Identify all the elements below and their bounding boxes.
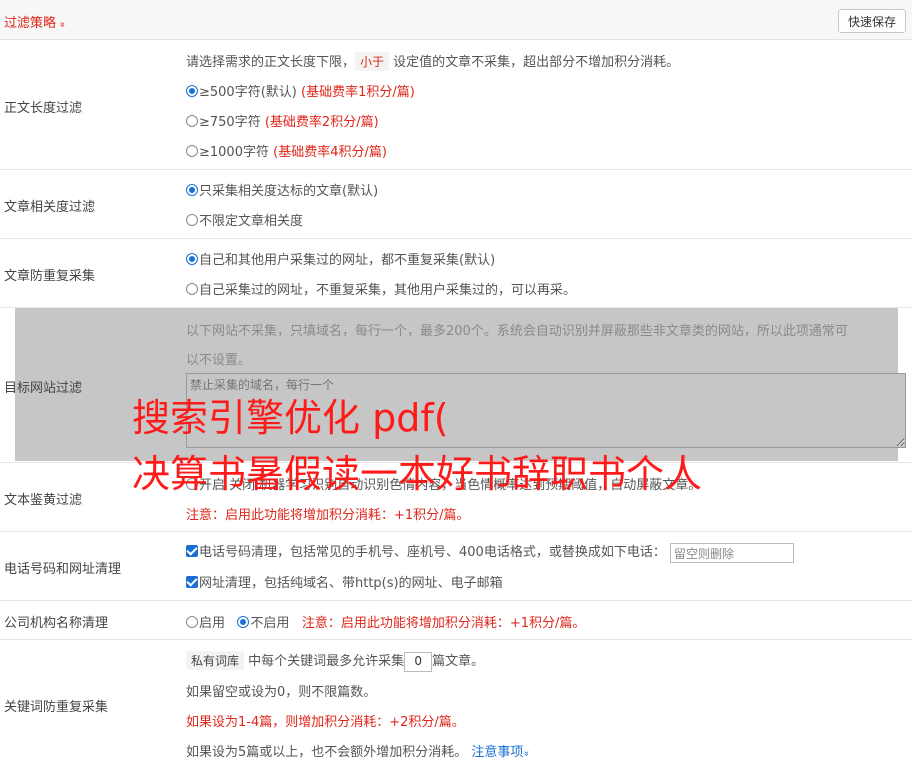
org-clean-label: 公司机构名称清理 [4, 616, 109, 631]
keyword-dup-line3: 如果设为1-4篇，则增加积分消耗：+2积分/篇。 [186, 715, 465, 730]
org-disable-text: 不启用 [250, 616, 290, 631]
org-clean-options: 启用 不启用 注意：启用此功能将增加积分消耗：+1积分/篇。 [186, 612, 585, 631]
keyword-dup-row: 关键词防重复采集 私有词库 中每个关键词最多允许采集 0 篇文章。 如果留空或设为0… [0, 640, 912, 768]
private-lexicon-link[interactable]: 私有词库 [186, 651, 245, 670]
length-option-1000-note: (基础费率4积分/篇) [273, 145, 387, 160]
length-option-750[interactable]: ≥750字符 (基础费率2积分/篇) [186, 111, 379, 130]
radio-checked-icon[interactable] [237, 616, 250, 628]
length-option-1000[interactable]: ≥1000字符 (基础费率4积分/篇) [186, 141, 387, 160]
org-disable-option[interactable]: 不启用 [237, 616, 289, 631]
quick-save-button[interactable]: 快速保存 [837, 9, 906, 33]
top-bar: 过滤策略» 快速保存 [0, 0, 912, 40]
keyword-dup-end: 篇文章。 [432, 654, 485, 669]
relevance-filter-label: 文章相关度过滤 [4, 200, 96, 215]
url-clean-option[interactable]: 网址清理，包括纯域名、带http(s)的网址、电子邮箱 [186, 572, 503, 591]
keyword-count-input[interactable]: 0 [404, 651, 433, 672]
radio-checked-icon[interactable] [186, 253, 198, 265]
radio-unchecked-icon[interactable] [186, 283, 198, 295]
dup-filter-row: 文章防重复采集 自己和其他用户采集过的网址，都不重复采集(默认) 自己采集过的网… [0, 239, 912, 308]
dup-option-all-text: 自己和其他用户采集过的网址，都不重复采集(默认) [199, 253, 496, 268]
filter-strategy-title: 过滤策略 [4, 16, 57, 31]
text-check-label: 文本鉴黄过滤 [4, 493, 83, 508]
length-filter-row: 正文长度过滤 请选择需求的正文长度下限， 小于 设定值的文章不采集，超出部分不增加… [0, 40, 912, 170]
length-option-500-note: (基础费率1积分/篇) [301, 85, 415, 100]
length-filter-label: 正文长度过滤 [4, 101, 83, 116]
length-desc-post: 设定值的文章不采集，超出部分不增加积分消耗。 [393, 55, 680, 70]
dup-filter-label: 文章防重复采集 [4, 269, 96, 284]
keyword-dup-line4: 如果设为5篇或以上，也不会额外增加积分消耗。 注意事项» [186, 741, 532, 760]
phone-clean-text: 电话号码清理，包括常见的手机号、座机号、400电话格式，或替换成如下电话： [199, 545, 666, 560]
length-filter-desc: 请选择需求的正文长度下限， 小于 设定值的文章不采集，超出部分不增加积分消耗。 [186, 51, 679, 71]
keyword-dup-mid: 中每个关键词最多允许采集 [248, 654, 405, 669]
phone-clean-row: 电话号码和网址清理 电话号码清理，包括常见的手机号、座机号、400电话格式，或替… [0, 532, 912, 601]
radio-unchecked-icon[interactable] [186, 214, 198, 226]
dup-option-all[interactable]: 自己和其他用户采集过的网址，都不重复采集(默认) [186, 249, 495, 268]
phone-clean-label: 电话号码和网址清理 [4, 562, 122, 577]
watermark-line-1: 搜索引擎优化 pdf( [132, 396, 449, 440]
replacement-phone-input[interactable]: 留空则删除 [669, 542, 794, 563]
notes-link[interactable]: 注意事项» [471, 745, 532, 760]
text-check-note: 注意：启用此功能将增加积分消耗：+1积分/篇。 [186, 508, 470, 523]
less-than-tag: 小于 [355, 52, 390, 71]
length-option-500[interactable]: ≥500字符(默认) (基础费率1积分/篇) [186, 81, 415, 100]
url-clean-text: 网址清理，包括纯域名、带http(s)的网址、电子邮箱 [199, 576, 503, 591]
relevance-filter-row: 文章相关度过滤 只采集相关度达标的文章(默认) 不限定文章相关度 [0, 170, 912, 239]
keyword-dup-line2: 如果留空或设为0，则不限篇数。 [186, 685, 377, 700]
checkbox-checked-icon[interactable] [186, 545, 198, 557]
keyword-dup-line4-text: 如果设为5篇或以上，也不会额外增加积分消耗。 [186, 745, 468, 760]
radio-checked-icon[interactable] [186, 184, 198, 196]
radio-unchecked-icon[interactable] [186, 115, 198, 127]
org-enable-option[interactable]: 启用 [186, 616, 225, 631]
site-filter-desc-2: 以不设置。 [186, 353, 252, 368]
radio-unchecked-icon[interactable] [186, 616, 198, 628]
length-option-1000-text: ≥1000字符 [199, 145, 269, 160]
dup-option-self-text: 自己采集过的网址，不重复采集，其他用户采集过的，可以再采。 [199, 283, 577, 298]
org-enable-text: 启用 [199, 616, 226, 631]
keyword-dup-label: 关键词防重复采集 [4, 700, 109, 715]
radio-unchecked-icon[interactable] [186, 145, 198, 157]
dup-option-self[interactable]: 自己采集过的网址，不重复采集，其他用户采集过的，可以再采。 [186, 279, 576, 298]
org-clean-note: 注意：启用此功能将增加积分消耗：+1积分/篇。 [301, 616, 586, 631]
phone-clean-option[interactable]: 电话号码清理，包括常见的手机号、座机号、400电话格式，或替换成如下电话： 留空… [186, 541, 794, 563]
filter-strategy-toggle[interactable]: 过滤策略» [4, 12, 68, 31]
checkbox-checked-icon[interactable] [186, 576, 198, 588]
relevance-option-any-text: 不限定文章相关度 [199, 214, 304, 229]
length-option-500-text: ≥500字符(默认) [199, 85, 297, 100]
relevance-option-any[interactable]: 不限定文章相关度 [186, 210, 303, 229]
relevance-option-only[interactable]: 只采集相关度达标的文章(默认) [186, 180, 378, 199]
notes-link-text: 注意事项 [471, 745, 524, 760]
org-clean-row: 公司机构名称清理 启用 不启用 注意：启用此功能将增加积分消耗：+1积分/篇。 [0, 601, 912, 640]
length-option-750-note: (基础费率2积分/篇) [264, 115, 379, 130]
radio-checked-icon[interactable] [186, 85, 198, 97]
length-option-750-text: ≥750字符 [199, 115, 261, 130]
watermark-line-2: 决算书暑假读一本好书辞职书个人 [132, 452, 703, 496]
chevron-down-icon: » [521, 750, 532, 757]
site-filter-label: 目标网站过滤 [4, 381, 83, 396]
length-desc-pre: 请选择需求的正文长度下限， [186, 55, 356, 70]
site-filter-desc-1: 以下网站不采集，只填域名，每行一个，最多200个。系统会自动识别并屏蔽那些非文章… [186, 324, 848, 339]
chevron-down-icon: » [56, 21, 68, 28]
keyword-dup-line1: 私有词库 中每个关键词最多允许采集 0 篇文章。 [186, 650, 484, 672]
relevance-option-only-text: 只采集相关度达标的文章(默认) [199, 184, 379, 199]
